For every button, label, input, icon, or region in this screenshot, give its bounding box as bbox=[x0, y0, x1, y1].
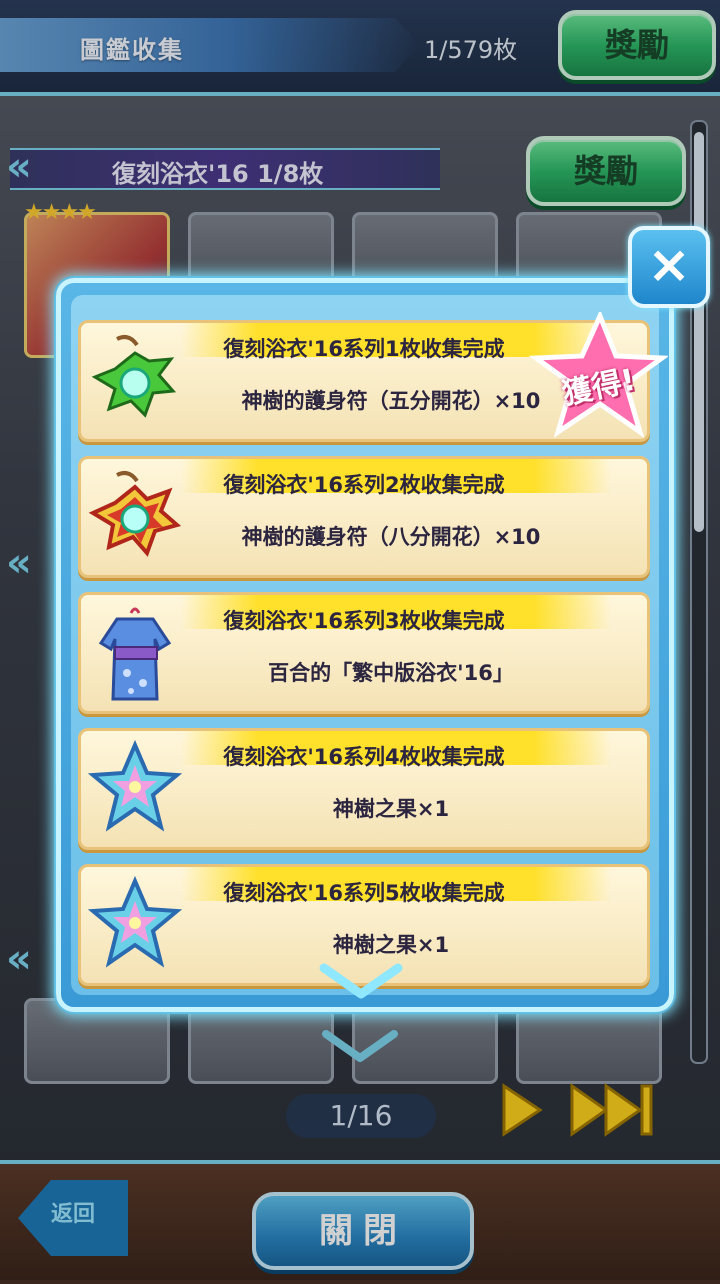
close-icon[interactable]: × bbox=[628, 226, 710, 308]
reward-row: 復刻浴衣'16系列2枚收集完成 神樹的護身符（八分開花）×10 bbox=[78, 456, 650, 578]
yukata-icon bbox=[98, 607, 172, 701]
star-fruit-icon bbox=[87, 739, 183, 832]
row-reward: 神樹之果×1 bbox=[332, 797, 450, 821]
star-fruit-icon bbox=[87, 875, 183, 968]
row-reward: 神樹之果×1 bbox=[332, 933, 450, 957]
row-reward: 百合的「繁中版浴衣'16」 bbox=[268, 661, 514, 685]
scroll-down-chevron-icon[interactable] bbox=[318, 962, 404, 1002]
charm-red-icon bbox=[88, 471, 182, 557]
reward-row: 復刻浴衣'16系列3枚收集完成 百合的「繁中版浴衣'16」 bbox=[78, 592, 650, 714]
reward-row: 復刻浴衣'16系列4枚收集完成 神樹之果×1 bbox=[78, 728, 650, 850]
row-reward: 神樹的護身符（八分開花）×10 bbox=[241, 525, 541, 549]
charm-green-icon bbox=[91, 335, 177, 418]
